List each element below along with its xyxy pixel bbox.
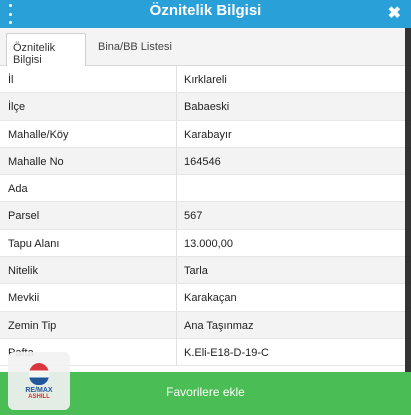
attribute-dialog: Öznitelik Bilgisi ✖ Öznitelik Bilgisi Bi… [0,0,411,415]
table-row: Nitelik Tarla [0,257,411,285]
row-key: Zemin Tip [8,319,57,332]
row-value: Karakaçan [184,292,237,305]
table-row: Tapu Alanı 13.000,00 [0,229,411,258]
row-key: Mahalle No [8,155,64,168]
row-value: 164546 [184,155,221,168]
row-value: 567 [184,210,203,223]
row-key: İl [8,74,14,86]
table-row: Zemin Tip Ana Taşınmaz [0,311,411,339]
dialog-header: Öznitelik Bilgisi ✖ [0,0,411,28]
row-value: K.Eli-E18-D-19-C [184,346,269,359]
logo-line2: ASHILL [28,393,50,400]
row-value: Ana Taşınmaz [184,319,254,332]
row-key: İlçe [8,101,26,114]
table-row: İl Kırklareli [0,66,411,94]
agency-logo: RE/MAX ASHILL [8,352,70,410]
row-key: Ada [8,183,28,196]
row-key: Tapu Alanı [8,237,60,250]
table-row: Mahalle No 164546 [0,147,411,176]
table-row: Ada [0,175,411,203]
scrollbar-edge [405,28,411,372]
tab-attribute-info[interactable]: Öznitelik Bilgisi [6,33,86,66]
table-row: İlçe Babaeski [0,93,411,121]
row-value: Kırklareli [184,74,227,86]
row-key: Parsel [8,210,40,223]
tab-bar: Öznitelik Bilgisi Bina/BB Listesi [0,28,411,66]
row-value: Tarla [184,265,208,278]
row-key: Mahalle/Köy [8,128,69,141]
logo-line1: RE/MAX [25,386,53,394]
row-value: Babaeski [184,101,230,114]
row-value: 13.000,00 [184,237,233,250]
table-row: Mahalle/Köy Karabayır [0,120,411,148]
close-icon[interactable]: ✖ [388,3,401,23]
table-row: Mevkii Karakaçan [0,284,411,312]
dialog-title: Öznitelik Bilgisi [149,2,262,19]
table-row: Parsel 567 [0,202,411,230]
row-key: Nitelik [8,265,38,278]
balloon-icon [29,362,49,385]
attribute-table: İl Kırklareli İlçe Babaeski Mahalle/Köy Kar… [0,66,411,367]
row-value: Karabayır [184,128,232,141]
row-key: Mevkii [8,292,40,305]
tab-building-list[interactable]: Bina/BB Listesi [92,33,182,66]
